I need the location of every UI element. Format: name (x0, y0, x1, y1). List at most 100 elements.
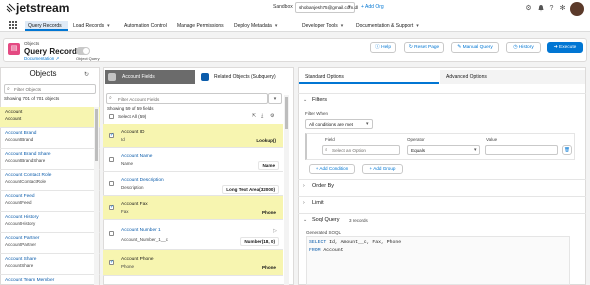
field-type: Phone (261, 210, 276, 215)
field-checkbox[interactable]: ✓ (109, 259, 114, 265)
add-condition-button[interactable]: + Add Condition (309, 164, 355, 174)
object-item[interactable]: Account Brand Share AccountBrandShare (0, 149, 100, 170)
object-item[interactable]: Account Partner AccountPartner (0, 233, 100, 254)
scrollbar-thumb[interactable] (95, 109, 98, 161)
filter-field-select[interactable]: Select an Option (322, 145, 400, 155)
filter-when-select[interactable]: All conditions are met (305, 119, 373, 129)
scrollbar-thumb[interactable] (285, 97, 288, 129)
refresh-icon: ↻ (408, 45, 413, 50)
field-row-account-id[interactable]: ✓ Account ID Id Lookup() (103, 124, 283, 148)
fields-count: Showing 59 of 59 fields (107, 106, 154, 111)
limit-section[interactable]: › Limit (298, 196, 586, 211)
settings-icon[interactable]: ⚙ (270, 113, 274, 119)
field-name: Account Description (121, 178, 164, 183)
jetstream-logo[interactable]: jetstream (6, 1, 69, 15)
app-launcher-icon[interactable] (9, 21, 17, 29)
field-row[interactable]: Account Name Name Name (103, 148, 283, 172)
field-row-account-fax[interactable]: ✓ Account Fax Fax Phone (103, 196, 283, 220)
field-api: Description (121, 185, 144, 190)
gear-icon[interactable]: ✻ (558, 4, 567, 13)
chevron-down-icon: ▾ (416, 23, 419, 29)
add-org-link[interactable]: + Add Org (361, 4, 384, 10)
field-label: Field (325, 137, 335, 142)
tab-standard-options[interactable]: Standard Options (299, 70, 439, 84)
field-api: Account_Number_1__c (121, 237, 169, 242)
nav-load-records[interactable]: Load Records ▾ (70, 21, 118, 31)
org-select[interactable]: shobanjesh75@gmail.com.dl (295, 2, 358, 13)
nav-query-records[interactable]: Query Records (25, 21, 68, 31)
chevron-down-icon: ▾ (366, 121, 369, 127)
select-all-checkbox[interactable] (109, 114, 114, 119)
object-item[interactable]: Account Team Member (0, 275, 100, 285)
add-group-button[interactable]: + Add Group (362, 164, 403, 174)
chevron-right-icon: › (303, 200, 305, 206)
tab-account-fields[interactable]: Account Fields (105, 70, 195, 84)
limit-title: Limit (312, 200, 324, 206)
manual-query-button[interactable]: ✎ Manual Query (451, 42, 499, 53)
execute-button[interactable]: ➜ Execute (547, 42, 583, 53)
bell-icon[interactable] (536, 4, 545, 13)
object-item[interactable]: Account Feed AccountFeed (0, 191, 100, 212)
soql-query-section[interactable]: ⌄ Soql Query 3 records (298, 213, 586, 228)
tab-advanced-options[interactable]: Advanced Options (440, 70, 585, 84)
nav-developer-tools[interactable]: Developer Tools ▾ (299, 21, 351, 31)
trash-icon: 🗑 (564, 147, 570, 152)
nav-deploy-metadata[interactable]: Deploy Metadata ▾ (231, 21, 282, 31)
objects-title: Objects (29, 69, 57, 78)
object-item[interactable]: Account Share AccountShare (0, 254, 100, 275)
field-checkbox[interactable] (109, 157, 114, 162)
refresh-icon[interactable]: ↻ (84, 71, 89, 78)
download-icon[interactable]: ⤓ (261, 113, 263, 119)
nav-manage-permissions[interactable]: Manage Permissions (174, 21, 228, 31)
object-item-account[interactable]: Account Account (0, 107, 100, 128)
field-api: Name (121, 161, 134, 166)
field-name: Account Phone (121, 257, 154, 262)
nav-automation-control[interactable]: Automation Control (121, 21, 171, 31)
table-icon (108, 73, 116, 81)
field-checkbox[interactable]: ✓ (109, 204, 114, 210)
page-title: Query Records (24, 47, 82, 56)
search-icon: ⌕ (325, 147, 328, 152)
soql-record-count: 3 records (349, 218, 368, 223)
field-row[interactable]: Account Description Description Long Tex… (103, 172, 283, 196)
value-input[interactable] (485, 145, 558, 155)
edit-icon: ✎ (457, 45, 462, 50)
order-by-section[interactable]: › Order By (298, 179, 586, 194)
field-type: Long Text Area(32000) (222, 185, 279, 194)
history-button[interactable]: ◷ History (506, 42, 541, 53)
field-row-account-phone[interactable]: ✓ Account Phone Phone Phone (103, 250, 283, 276)
chevron-down-icon: ▾ (474, 147, 477, 153)
help-icon[interactable]: ? (547, 4, 556, 13)
field-api: Fax (121, 209, 129, 214)
share-icon[interactable]: ⇱ (252, 113, 256, 119)
search-icon: ⌕ (109, 95, 112, 101)
field-name: Account Number 1 (121, 228, 161, 233)
tab-related-objects[interactable]: Related Objects (Subquery) (197, 70, 292, 84)
field-checkbox[interactable] (109, 231, 114, 236)
field-filter-dropdown[interactable]: ▾ (268, 93, 282, 104)
chevron-down-icon: ▾ (274, 23, 278, 29)
object-item[interactable]: Account Brand AccountBrand (0, 128, 100, 149)
arrow-right-icon: ➜ (553, 45, 558, 50)
documentation-link[interactable]: Documentation ↗ (24, 56, 59, 62)
reset-page-button[interactable]: ↻ Reset Page (404, 42, 444, 53)
object-item[interactable]: Account Contact Role AccountContactRole (0, 170, 100, 191)
operator-select[interactable]: Equals (407, 145, 480, 155)
avatar[interactable] (570, 2, 584, 16)
field-checkbox[interactable] (109, 181, 114, 186)
field-row[interactable]: Account Number 1 Account_Number_1__c Num… (103, 220, 283, 250)
object-item[interactable]: Account History AccountHistory (0, 212, 100, 233)
play-icon[interactable]: ▷ (273, 228, 277, 234)
filter-when-label: Filter When (305, 111, 329, 116)
field-type: Phone (261, 265, 276, 270)
delete-condition-button[interactable]: 🗑 (562, 145, 572, 155)
operator-label: Operator (407, 137, 425, 142)
chevron-down-icon: ▾ (107, 23, 110, 29)
filters-section[interactable]: ⌄ Filters (298, 93, 586, 108)
settings-icon[interactable]: ⚙ (524, 4, 533, 13)
filter-fields-input[interactable]: Filter Account Fields (106, 93, 268, 104)
nav-documentation-support[interactable]: Documentation & Support ▾ (353, 21, 431, 31)
help-button[interactable]: ⓘ Help (370, 42, 396, 53)
filter-objects-input[interactable]: Filter Objects (4, 84, 96, 94)
field-checkbox[interactable]: ✓ (109, 132, 114, 138)
